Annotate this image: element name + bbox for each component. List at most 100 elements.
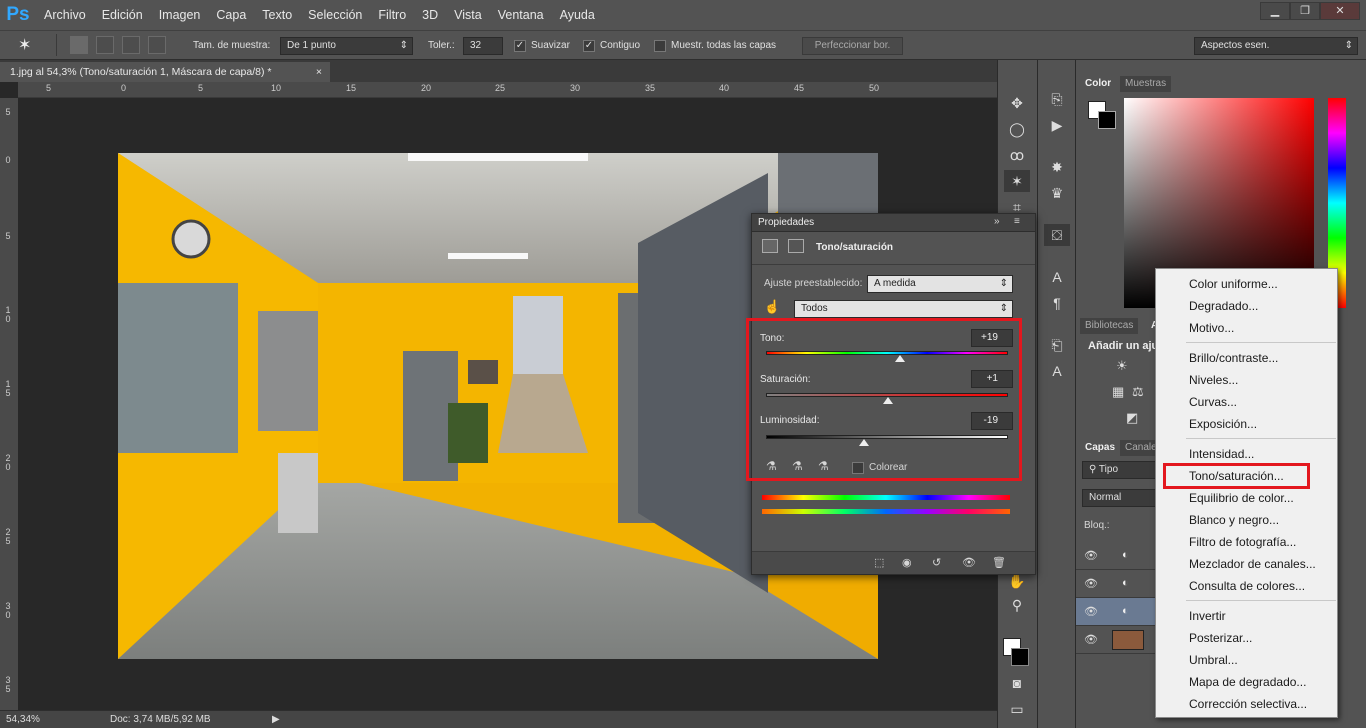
workspace-select[interactable]: Aspectos esen. ⇕ (1194, 37, 1358, 55)
menu-item-levels[interactable]: Niveles... (1189, 373, 1238, 387)
move-tool-icon[interactable]: ✥ (1004, 92, 1030, 114)
contiguous-checkbox[interactable]: ✓ (583, 40, 595, 52)
background-color-swatch[interactable] (1011, 648, 1029, 666)
smooth-checkbox[interactable]: ✓ (514, 40, 526, 52)
eye-icon[interactable]: 👁 (1084, 605, 1098, 618)
zoom-level[interactable]: 54,34% (6, 714, 40, 725)
layer-row[interactable]: 👁 ◐ (1076, 570, 1156, 598)
menu-item-selective-color[interactable]: Corrección selectiva... (1189, 697, 1307, 711)
restore-button[interactable]: ❐ (1290, 2, 1320, 20)
tab-layers[interactable]: Capas (1080, 440, 1121, 456)
tab-libraries[interactable]: Bibliotecas (1080, 318, 1139, 334)
lock-label: Bloq.: (1084, 520, 1110, 531)
intersect-selection-icon[interactable] (148, 36, 166, 54)
menu-item-gradient[interactable]: Degradado... (1189, 299, 1258, 313)
menu-item-exposure[interactable]: Exposición... (1189, 417, 1257, 431)
balance-icon[interactable]: ⚖ (1132, 384, 1144, 400)
zoom-tool-icon[interactable]: ⚲ (1004, 594, 1030, 616)
layer-filter-select[interactable]: ⚲ Tipo (1082, 461, 1156, 479)
eye-icon[interactable]: 👁 (1084, 577, 1098, 590)
brush-settings-icon[interactable]: ✸ (1044, 156, 1070, 178)
layer-row[interactable]: 👁 ◐ (1076, 598, 1156, 626)
close-tab-icon[interactable]: × (316, 62, 322, 82)
add-selection-icon[interactable] (96, 36, 114, 54)
brightness-icon[interactable]: ☀ (1116, 358, 1128, 374)
add-adjustment-label: Añadir un aju (1088, 340, 1159, 352)
collapse-icon[interactable]: » (994, 216, 1000, 227)
menu-item-brightness[interactable]: Brillo/contraste... (1189, 351, 1278, 365)
clone-source-icon[interactable]: ⎗ (1044, 334, 1070, 356)
brush-presets-icon[interactable]: ♛ (1044, 182, 1070, 204)
preset-select[interactable]: A medida ⇕ (867, 275, 1013, 293)
document-tab[interactable]: 1.jpg al 54,3% (Tono/saturación 1, Másca… (0, 62, 330, 82)
paragraph-icon[interactable]: ¶ (1044, 292, 1070, 314)
close-window-button[interactable]: ✕ (1320, 2, 1360, 20)
tab-swatches[interactable]: Muestras (1120, 76, 1172, 92)
reset-icon[interactable]: ↺ (932, 556, 941, 569)
actions-icon[interactable]: ▶ (1044, 114, 1070, 136)
blend-mode-select[interactable]: Normal (1082, 489, 1156, 507)
doc-size[interactable]: Doc: 3,74 MB/5,92 MB (110, 714, 211, 725)
properties-icon[interactable]: ⛋ (1044, 224, 1070, 246)
menu-item-color-balance[interactable]: Equilibrio de color... (1189, 491, 1294, 505)
refine-edge-button[interactable]: Perfeccionar bor. (802, 37, 903, 55)
menu-ayuda[interactable]: Ayuda (552, 8, 603, 22)
menu-filtro[interactable]: Filtro (370, 8, 414, 22)
levels-icon[interactable]: ▦ (1112, 384, 1124, 400)
layer-row[interactable]: 👁 (1076, 626, 1156, 654)
quick-mask-icon[interactable]: ◙ (1004, 672, 1030, 694)
menu-item-pattern[interactable]: Motivo... (1189, 321, 1234, 335)
menu-item-black-white[interactable]: Blanco y negro... (1189, 513, 1279, 527)
mask-icon[interactable] (788, 239, 804, 253)
sample-all-checkbox[interactable] (654, 40, 666, 52)
panel-menu-icon[interactable]: ≡ (1014, 216, 1020, 227)
menu-imagen[interactable]: Imagen (151, 8, 209, 22)
delete-icon[interactable]: 🗑 (992, 556, 1006, 569)
channel-select[interactable]: Todos ⇕ (794, 300, 1013, 318)
adjustment-icon[interactable] (762, 239, 778, 253)
menu-item-gradient-map[interactable]: Mapa de degradado... (1189, 675, 1306, 689)
marquee-tool-icon[interactable]: ◯ (1004, 118, 1030, 140)
channel-value: Todos (801, 303, 828, 314)
menu-item-threshold[interactable]: Umbral... (1189, 653, 1238, 667)
photo-filter-icon[interactable]: ◩ (1126, 410, 1138, 426)
menu-item-vibrance[interactable]: Intensidad... (1189, 447, 1254, 461)
menu-item-color-lookup[interactable]: Consulta de colores... (1189, 579, 1305, 593)
glyphs-icon[interactable]: A (1044, 360, 1070, 382)
menu-capa[interactable]: Capa (208, 8, 254, 22)
character-icon[interactable]: A (1044, 266, 1070, 288)
menu-edicion[interactable]: Edición (94, 8, 151, 22)
sample-size-select[interactable]: De 1 punto ⇕ (280, 37, 413, 55)
layer-row[interactable]: 👁 ◐ (1076, 542, 1156, 570)
menu-item-photo-filter[interactable]: Filtro de fotografía... (1189, 535, 1296, 549)
visibility-icon[interactable]: 👁 (962, 556, 976, 569)
tolerance-input[interactable]: 32 (463, 37, 503, 55)
tab-color[interactable]: Color (1080, 76, 1117, 92)
new-selection-icon[interactable] (70, 36, 88, 54)
menu-item-curves[interactable]: Curvas... (1189, 395, 1237, 409)
menu-ventana[interactable]: Ventana (490, 8, 552, 22)
color-bg-swatch[interactable] (1098, 111, 1116, 129)
play-icon[interactable]: ▶ (272, 714, 280, 725)
screen-mode-icon[interactable]: ▭ (1004, 698, 1030, 720)
menu-3d[interactable]: 3D (414, 8, 446, 22)
menu-archivo[interactable]: Archivo (36, 8, 94, 22)
history-icon[interactable]: ⎘ (1044, 88, 1070, 110)
menu-texto[interactable]: Texto (254, 8, 300, 22)
menu-seleccion[interactable]: Selección (300, 8, 370, 22)
lasso-tool-icon[interactable]: ꝏ (1004, 144, 1030, 166)
view-previous-icon[interactable]: ◉ (902, 556, 912, 569)
magic-wand-icon[interactable]: ✶ (18, 35, 48, 55)
menu-item-posterize[interactable]: Posterizar... (1189, 631, 1252, 645)
menu-vista[interactable]: Vista (446, 8, 490, 22)
eye-icon[interactable]: 👁 (1084, 633, 1098, 646)
menu-item-solid-color[interactable]: Color uniforme... (1189, 277, 1278, 291)
menu-item-invert[interactable]: Invertir (1189, 609, 1226, 623)
minimize-button[interactable]: ▁ (1260, 2, 1290, 20)
subtract-selection-icon[interactable] (122, 36, 140, 54)
menu-item-channel-mixer[interactable]: Mezclador de canales... (1189, 557, 1316, 571)
eye-icon[interactable]: 👁 (1084, 549, 1098, 562)
magic-wand-tool-icon[interactable]: ✶ (1004, 170, 1030, 192)
clip-to-layer-icon[interactable]: ⬚ (874, 556, 884, 569)
targeted-adjust-hand-icon[interactable]: ☝ (764, 299, 780, 315)
